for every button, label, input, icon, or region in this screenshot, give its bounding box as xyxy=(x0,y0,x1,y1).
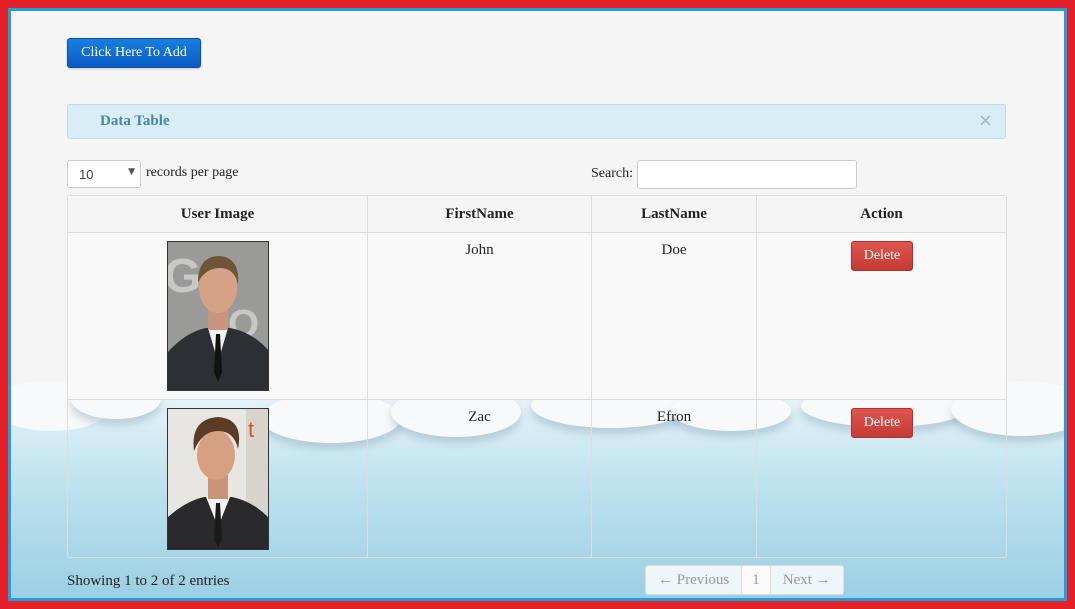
lastname-cell: Doe xyxy=(592,233,757,399)
firstname-cell: Zac xyxy=(368,400,592,557)
user-photo: t xyxy=(167,408,269,550)
table-row: GQ Q John Doe Delete xyxy=(68,233,1006,400)
table-row: t Zac Efron Delete xyxy=(68,400,1006,557)
action-cell: Delete xyxy=(757,400,1006,557)
records-per-page-label: records per page xyxy=(146,165,239,180)
records-per-page-select[interactable]: 10 ▼ xyxy=(67,160,141,188)
delete-button[interactable]: Delete xyxy=(851,408,913,438)
data-table: User Image FirstName LastName Action GQ … xyxy=(67,195,1007,558)
user-photo: GQ Q xyxy=(167,241,269,391)
column-header-lastname[interactable]: LastName xyxy=(592,196,757,232)
panel-title: Data Table xyxy=(100,113,170,129)
column-header-action[interactable]: Action xyxy=(757,196,1006,232)
pagination: ← Previous 1 Next → xyxy=(645,565,844,595)
column-header-user-image[interactable]: User Image xyxy=(68,196,368,232)
lastname-cell: Efron xyxy=(592,400,757,557)
search-label: Search: xyxy=(591,166,633,181)
previous-button[interactable]: ← Previous xyxy=(646,566,742,594)
page-canvas: Click Here To Add Data Table × 10 ▼ reco… xyxy=(11,11,1064,598)
add-button[interactable]: Click Here To Add xyxy=(67,38,201,68)
search-input[interactable] xyxy=(637,160,857,189)
page-button-1[interactable]: 1 xyxy=(741,566,771,594)
lastname-value: Doe xyxy=(661,242,687,258)
panel-header: Data Table × xyxy=(67,104,1006,139)
chevron-down-icon: ▼ xyxy=(128,167,135,177)
records-per-page-value: 10 xyxy=(79,167,94,182)
delete-button[interactable]: Delete xyxy=(851,241,913,271)
table-info: Showing 1 to 2 of 2 entries xyxy=(67,573,230,589)
next-button[interactable]: Next → xyxy=(770,566,843,594)
lastname-value: Efron xyxy=(656,409,692,425)
action-cell: Delete xyxy=(757,233,1006,399)
user-image-cell: t xyxy=(68,400,368,557)
svg-text:t: t xyxy=(248,417,254,442)
firstname-cell: John xyxy=(368,233,592,399)
user-image-cell: GQ Q xyxy=(68,233,368,399)
firstname-value: John xyxy=(465,242,494,258)
firstname-value: Zac xyxy=(468,409,491,425)
column-header-firstname[interactable]: FirstName xyxy=(368,196,592,232)
table-header-row: User Image FirstName LastName Action xyxy=(68,196,1006,233)
close-icon[interactable]: × xyxy=(978,110,993,131)
